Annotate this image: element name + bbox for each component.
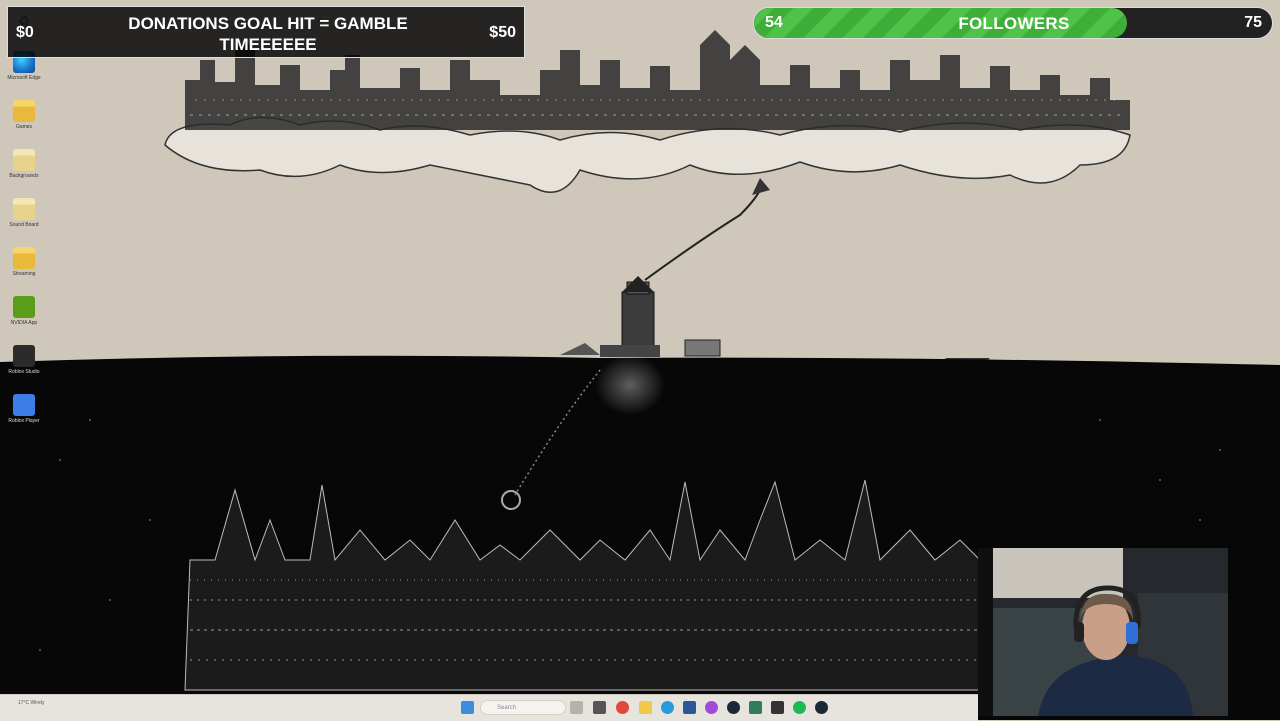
desktop-icon-backgrounds[interactable]: Backgrounds — [3, 147, 45, 196]
desktop-icon-nvidia-app[interactable]: NVIDIA App — [3, 294, 45, 343]
chrome-icon[interactable] — [616, 701, 629, 714]
taskbar: 17°C Windy Search — [0, 694, 978, 721]
roblox-player-icon — [13, 394, 35, 416]
word-icon[interactable] — [683, 701, 696, 714]
followers-goal-widget: 54 FOLLOWERS 75 — [753, 7, 1273, 39]
roblox-studio-icon — [13, 345, 35, 367]
desktop-icon-roblox-player[interactable]: Roblox Player — [3, 392, 45, 441]
donation-goal-title: DONATIONS GOAL HIT = GAMBLE TIMEEEEEE — [128, 14, 408, 54]
widgets-icon[interactable] — [570, 701, 583, 714]
obs-icon[interactable] — [771, 701, 784, 714]
donation-goal-amount: $50 — [489, 24, 516, 41]
webcam-image — [978, 548, 1228, 716]
weather-widget[interactable]: 17°C Windy — [18, 700, 44, 706]
folder-icon — [13, 100, 35, 122]
app-icon[interactable] — [749, 701, 762, 714]
folder-icon — [13, 247, 35, 269]
edge-icon[interactable] — [661, 701, 674, 714]
messenger-icon[interactable] — [705, 701, 718, 714]
taskbar-search[interactable]: Search — [480, 700, 566, 715]
steam-icon[interactable] — [727, 701, 740, 714]
desktop-icon-roblox-studio[interactable]: Roblox Studio — [3, 343, 45, 392]
folder-icon — [13, 149, 35, 171]
steam-icon[interactable] — [815, 701, 828, 714]
nvidia-icon — [13, 296, 35, 318]
donation-current-amount: $0 — [16, 24, 34, 41]
task-view-icon[interactable] — [593, 701, 606, 714]
desktop-icon-games[interactable]: Games — [3, 98, 45, 147]
folder-icon — [13, 198, 35, 220]
desktop-icon-streaming[interactable]: Streaming — [3, 245, 45, 294]
webcam-feed — [978, 548, 1228, 716]
donation-goal-widget: $0 DONATIONS GOAL HIT = GAMBLE TIMEEEEEE… — [7, 6, 525, 58]
spotify-icon[interactable] — [793, 701, 806, 714]
start-icon[interactable] — [461, 701, 474, 714]
desktop-icons: ♻ Microsoft Edge Games Backgrounds Sound… — [3, 8, 45, 441]
followers-goal-count: 75 — [1244, 14, 1262, 31]
followers-label: FOLLOWERS — [958, 14, 1070, 33]
desktop-icon-sound-board[interactable]: Sound Board — [3, 196, 45, 245]
file-explorer-icon[interactable] — [639, 701, 652, 714]
